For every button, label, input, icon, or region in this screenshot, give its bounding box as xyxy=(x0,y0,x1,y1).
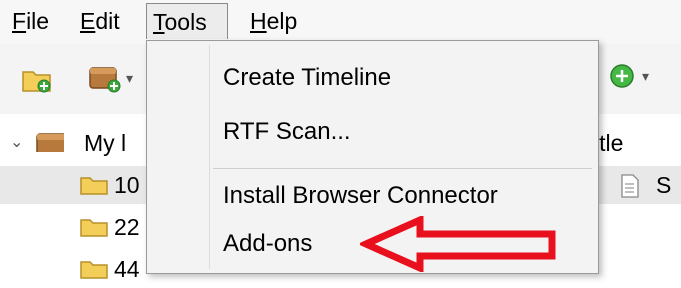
folder-icon xyxy=(80,219,108,237)
new-collection-icon[interactable] xyxy=(22,66,52,94)
document-icon xyxy=(621,174,639,198)
menu-separator xyxy=(213,168,592,169)
menu-help[interactable]: Help xyxy=(244,3,303,39)
folder-icon xyxy=(80,261,108,279)
menu-file[interactable]: File xyxy=(6,3,55,39)
menu-bar: File Edit Tools Help xyxy=(0,0,681,44)
new-group-icon[interactable] xyxy=(88,64,122,94)
item-title: S xyxy=(656,172,672,198)
folder-label: 10 xyxy=(114,172,140,198)
menu-gutter xyxy=(209,45,210,269)
add-item-icon[interactable] xyxy=(609,63,635,89)
folder-icon xyxy=(80,177,108,195)
menu-tools[interactable]: Tools xyxy=(146,3,228,39)
menu-item-rtf-scan[interactable]: RTF Scan... xyxy=(223,112,351,152)
menu-item-install-browser-connector[interactable]: Install Browser Connector xyxy=(223,176,498,216)
annotation-arrow-icon xyxy=(360,216,556,272)
menu-edit[interactable]: Edit xyxy=(74,3,126,39)
chevron-down-icon[interactable]: ⌄ xyxy=(10,124,23,162)
menu-item-create-timeline[interactable]: Create Timeline xyxy=(223,58,391,98)
chevron-down-icon[interactable]: ▾ xyxy=(642,68,649,85)
library-label: My l xyxy=(84,130,127,156)
folder-label: 44 xyxy=(114,256,140,282)
library-icon xyxy=(36,133,64,152)
menu-item-add-ons[interactable]: Add-ons xyxy=(223,224,312,264)
chevron-down-icon[interactable]: ▾ xyxy=(126,70,133,87)
folder-label: 22 xyxy=(114,214,140,240)
